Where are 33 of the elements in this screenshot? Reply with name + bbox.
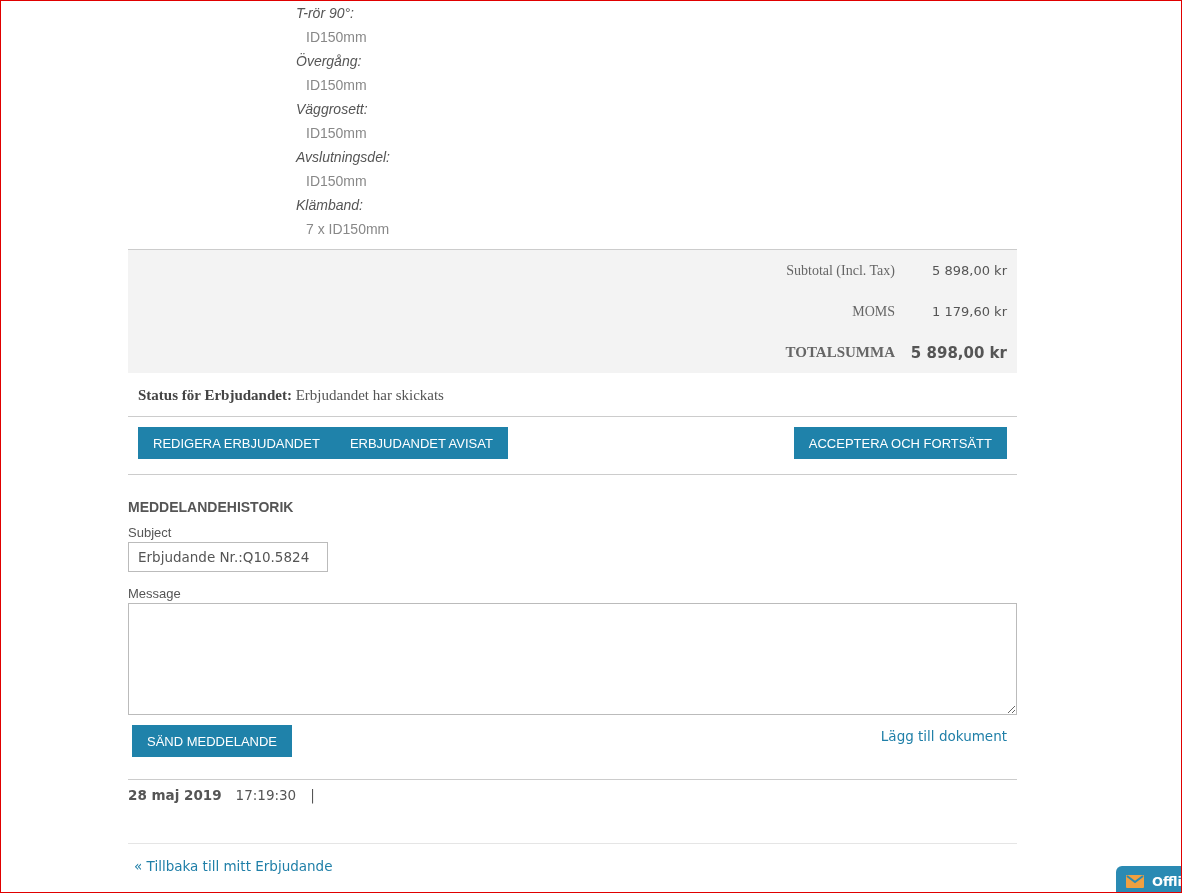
total-value: 5 898,00 kr: [931, 263, 1007, 278]
subject-field[interactable]: Erbjudande Nr.:Q10.5824: [128, 542, 328, 572]
message-date: 28 maj 2019: [128, 787, 222, 803]
message-time: 17:19:30: [235, 787, 297, 803]
accept-button[interactable]: ACCEPTERA OCH FORTSÄTT: [793, 427, 1007, 459]
envelope-icon: [1126, 874, 1144, 888]
message-field[interactable]: [128, 603, 1017, 715]
total-label: Subtotal (Incl. Tax): [786, 262, 895, 279]
section-heading: MEDDELANDEHISTORIK: [128, 499, 295, 515]
option-label: Övergång:: [296, 52, 362, 71]
action-button[interactable]: ERBJUDANDET AVISAT: [334, 427, 508, 459]
option-value: ID150mm: [305, 172, 367, 191]
total-value: 5 898,00 kr: [909, 343, 1007, 362]
total-value: 1 179,60 kr: [931, 304, 1007, 319]
offer-status: Status för Erbjudandet: Erbjudandet har skickats: [128, 373, 1017, 417]
option-label: T-rör 90°:: [296, 4, 354, 23]
option-label: Väggrosett:: [296, 100, 368, 119]
option-value: ID150mm: [305, 28, 367, 47]
option-value: ID150mm: [305, 124, 367, 143]
action-button[interactable]: REDIGERA ERBJUDANDET: [138, 427, 335, 459]
back-link[interactable]: « Tillbaka till mitt Erbjudande: [134, 858, 333, 874]
attach-link[interactable]: Lägg till dokument: [880, 728, 1007, 744]
option-value: ID150mm: [305, 76, 367, 95]
option-label: Avslutningsdel:: [296, 148, 390, 167]
send-button[interactable]: SÄND MEDDELANDE: [132, 725, 293, 757]
chat-tab[interactable]: Offli: [1116, 866, 1181, 892]
option-label: Klämband:: [296, 196, 363, 215]
field-label: Message: [128, 586, 182, 601]
field-label: Subject: [128, 525, 173, 540]
total-label: TOTALSUMMA: [785, 344, 895, 361]
option-value: 7 x ID150mm: [305, 220, 390, 239]
total-label: MOMS: [852, 303, 895, 320]
separator-text: |: [310, 787, 315, 803]
